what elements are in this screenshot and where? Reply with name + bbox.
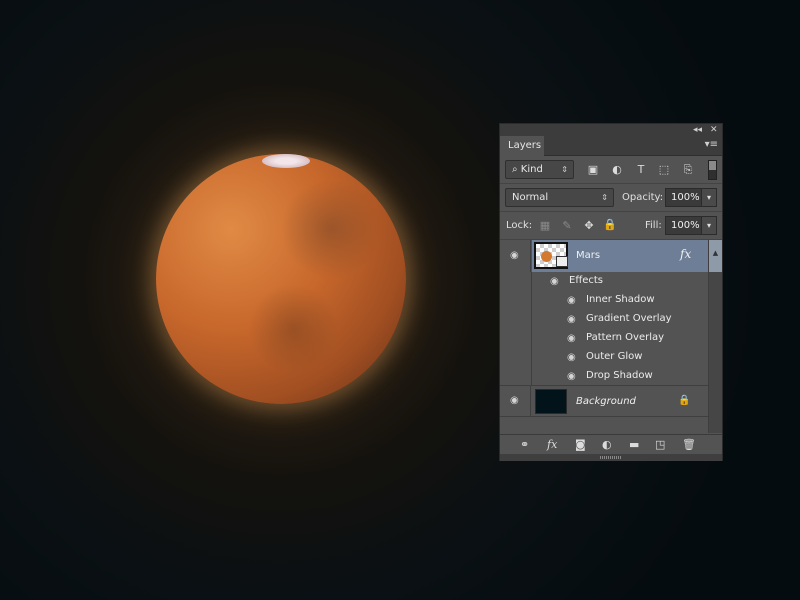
grip-dots bbox=[600, 456, 622, 459]
planet-thumbnail-dot bbox=[541, 251, 552, 262]
mars-planet-image bbox=[156, 154, 406, 404]
visibility-column: ◉ bbox=[500, 240, 531, 272]
add-layer-style-icon[interactable]: fx bbox=[547, 438, 557, 451]
tab-layers[interactable]: Layers bbox=[500, 136, 544, 156]
eye-icon[interactable]: ◉ bbox=[510, 396, 519, 406]
filter-image-icon[interactable]: ▣ bbox=[586, 163, 600, 177]
eye-icon[interactable]: ◉ bbox=[567, 353, 576, 363]
panel-topbar: ◂◂ ✕ bbox=[500, 124, 722, 136]
effects-label: Effects bbox=[569, 275, 603, 286]
lock-transparent-pixels-icon[interactable]: ▦ bbox=[538, 219, 552, 233]
filter-row: ⌕ Kind ⇕ ▣ ◐ T ⬚ ⎘ bbox=[500, 156, 722, 184]
eye-icon[interactable]: ◉ bbox=[567, 315, 576, 325]
new-adjustment-layer-icon[interactable]: ◐ bbox=[602, 438, 612, 451]
effect-label: Pattern Overlay bbox=[586, 332, 665, 343]
close-panel-button[interactable]: ✕ bbox=[710, 124, 718, 136]
link-layers-icon[interactable]: ⚭ bbox=[520, 438, 529, 451]
collapse-panel-button[interactable]: ◂◂ bbox=[693, 124, 702, 136]
effect-row[interactable]: ◉ Outer Glow bbox=[532, 348, 708, 367]
layer-row-mars[interactable]: ◉ Mars fx bbox=[500, 240, 708, 272]
layers-list: ◉ Mars fx ◉ Effects ◉ Inner Shadow ◉ Gra… bbox=[500, 240, 708, 433]
visibility-column: ◉ bbox=[500, 386, 531, 416]
blend-mode-value: Normal bbox=[512, 192, 549, 203]
fill-dropdown-button[interactable]: ▾ bbox=[701, 216, 717, 235]
blend-mode-select[interactable]: Normal ⇕ bbox=[505, 188, 614, 207]
effects-header-row[interactable]: ◉ Effects bbox=[532, 272, 708, 291]
effect-label: Inner Shadow bbox=[586, 294, 655, 305]
eye-icon[interactable]: ◉ bbox=[567, 296, 576, 306]
layers-scrollbar[interactable]: ▲ bbox=[708, 240, 722, 433]
fx-icon[interactable]: fx bbox=[680, 247, 691, 261]
eye-icon[interactable]: ◉ bbox=[550, 277, 559, 287]
effect-label: Drop Shadow bbox=[586, 370, 653, 381]
new-layer-icon[interactable]: ◳ bbox=[655, 438, 665, 451]
lock-label: Lock: bbox=[506, 220, 533, 231]
opacity-dropdown-button[interactable]: ▾ bbox=[701, 188, 717, 207]
lock-all-icon[interactable]: 🔒 bbox=[603, 218, 617, 232]
filter-kind-label: Kind bbox=[520, 164, 543, 175]
effect-row[interactable]: ◉ Gradient Overlay bbox=[532, 310, 708, 329]
effect-row[interactable]: ◉ Drop Shadow bbox=[532, 367, 708, 386]
eye-icon[interactable]: ◉ bbox=[567, 334, 576, 344]
layer-name[interactable]: Mars bbox=[576, 249, 600, 263]
panel-resize-grip[interactable] bbox=[500, 454, 722, 461]
smart-object-badge-icon bbox=[556, 256, 568, 267]
panel-footer: ⚭ fx ◙ ◐ ▬ ◳ 🗑 bbox=[500, 434, 722, 454]
layer-thumbnail-mars bbox=[534, 242, 568, 269]
effect-label: Outer Glow bbox=[586, 351, 643, 362]
filter-shape-icon[interactable]: ⬚ bbox=[657, 163, 671, 177]
new-group-icon[interactable]: ▬ bbox=[629, 438, 639, 451]
panel-menu-icon[interactable]: ▾≡ bbox=[705, 139, 718, 150]
filter-kind-select[interactable]: ⌕ Kind ⇕ bbox=[505, 160, 574, 179]
fill-label: Fill: bbox=[645, 220, 662, 231]
lock-position-icon[interactable]: ✥ bbox=[582, 219, 596, 233]
layer-name[interactable]: Background bbox=[576, 395, 636, 409]
effect-row[interactable]: ◉ Pattern Overlay bbox=[532, 329, 708, 348]
eye-icon[interactable]: ◉ bbox=[510, 251, 519, 261]
delete-layer-icon[interactable]: 🗑 bbox=[682, 438, 696, 451]
effect-row[interactable]: ◉ Inner Shadow bbox=[532, 291, 708, 310]
layer-thumbnail-background bbox=[535, 389, 567, 414]
filter-smart-object-icon[interactable]: ⎘ bbox=[681, 163, 695, 177]
opacity-label: Opacity: bbox=[622, 192, 664, 203]
eye-icon[interactable]: ◉ bbox=[567, 372, 576, 382]
add-mask-icon[interactable]: ◙ bbox=[575, 438, 586, 451]
search-icon: ⌕ bbox=[512, 164, 518, 175]
lock-row: Lock: ▦ ✎ ✥ 🔒 Fill: 100% ▾ bbox=[500, 212, 722, 240]
select-arrows-icon: ⇕ bbox=[601, 193, 608, 202]
effect-label: Gradient Overlay bbox=[586, 313, 672, 324]
select-arrows-icon: ⇕ bbox=[561, 165, 568, 174]
filter-toggle-switch[interactable] bbox=[708, 160, 717, 180]
blend-row: Normal ⇕ Opacity: 100% ▾ bbox=[500, 184, 722, 212]
lock-icon: 🔒 bbox=[678, 395, 691, 406]
layers-panel: ◂◂ ✕ Layers ▾≡ ⌕ Kind ⇕ ▣ ◐ T ⬚ ⎘ Normal… bbox=[499, 123, 723, 461]
panel-tabbar: Layers ▾≡ bbox=[500, 136, 722, 156]
filter-type-icon[interactable]: T bbox=[634, 163, 648, 177]
visibility-column bbox=[500, 272, 532, 385]
mars-polar-cap bbox=[262, 154, 310, 168]
scroll-up-button[interactable]: ▲ bbox=[709, 240, 722, 272]
layer-row-background[interactable]: ◉ Background 🔒 bbox=[500, 385, 708, 417]
filter-adjustment-icon[interactable]: ◐ bbox=[610, 163, 624, 177]
lock-image-pixels-icon[interactable]: ✎ bbox=[560, 219, 574, 233]
